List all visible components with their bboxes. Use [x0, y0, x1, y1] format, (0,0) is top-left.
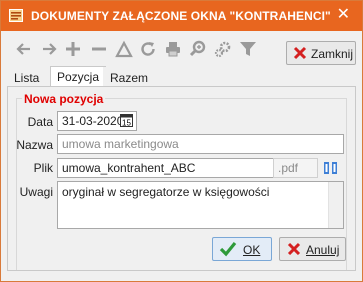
printer-icon[interactable]	[164, 40, 182, 58]
filter-icon[interactable]	[239, 40, 257, 58]
date-label: Data	[27, 115, 53, 129]
notes-label: Uwagi	[19, 185, 53, 199]
notes-textarea[interactable]: oryginał w segregatorze w księgowości	[57, 181, 344, 229]
file-name-value: umowa_kontrahent_ABC	[62, 161, 196, 175]
arrow-left-icon[interactable]	[15, 40, 33, 58]
plus-icon[interactable]	[64, 40, 82, 58]
name-label: Nazwa	[16, 138, 53, 152]
dialog-window: DOKUMENTY ZAŁĄCZONE OKNA "KONTRAHENCI" ✕	[0, 0, 363, 282]
tab-pozycja[interactable]: Pozycja	[50, 66, 107, 87]
triangle-icon[interactable]	[115, 40, 133, 58]
group-title: Nowa pozycja	[22, 92, 106, 106]
arrow-right-icon[interactable]	[40, 40, 58, 58]
documents-app-icon	[9, 9, 23, 22]
minus-icon[interactable]	[90, 40, 108, 58]
file-name-input[interactable]: umowa_kontrahent_ABC	[57, 158, 274, 178]
date-value: 31-03-2020	[62, 114, 124, 128]
cancel-button-label: Anuluj	[306, 243, 340, 257]
notes-value: oryginał w segregatorze w księgowości	[62, 185, 270, 199]
window-title: DOKUMENTY ZAŁĄCZONE OKNA "KONTRAHENCI"	[31, 9, 331, 23]
copy-icon[interactable]	[323, 161, 339, 175]
title-bar[interactable]: DOKUMENTY ZAŁĄCZONE OKNA "KONTRAHENCI" ✕	[1, 1, 362, 31]
close-button-label: Zamknij	[311, 47, 354, 61]
file-label: Plik	[33, 161, 53, 175]
ok-button-label: OK	[243, 243, 261, 257]
cancel-button[interactable]: Anuluj	[279, 237, 346, 261]
cancel-x-icon	[286, 241, 302, 260]
name-placeholder: umowa marketingowa	[62, 137, 179, 151]
close-x-icon	[293, 46, 307, 63]
close-icon[interactable]: ✕	[337, 6, 350, 24]
calendar-icon[interactable]: 15	[120, 114, 133, 128]
settings-icon[interactable]	[214, 40, 232, 58]
refresh-icon[interactable]	[139, 40, 157, 58]
search-icon[interactable]	[189, 40, 207, 58]
checkmark-icon	[219, 241, 237, 260]
ok-button[interactable]: OK	[212, 237, 272, 261]
name-input[interactable]: umowa marketingowa	[57, 134, 344, 154]
close-button[interactable]: Zamknij	[286, 41, 356, 65]
tab-razem[interactable]: Razem	[103, 67, 156, 86]
file-extension: .pdf	[273, 158, 318, 178]
svg-text:15: 15	[122, 119, 131, 128]
notes-scrollbar[interactable]	[328, 182, 343, 228]
tab-lista[interactable]: Lista	[7, 67, 47, 86]
